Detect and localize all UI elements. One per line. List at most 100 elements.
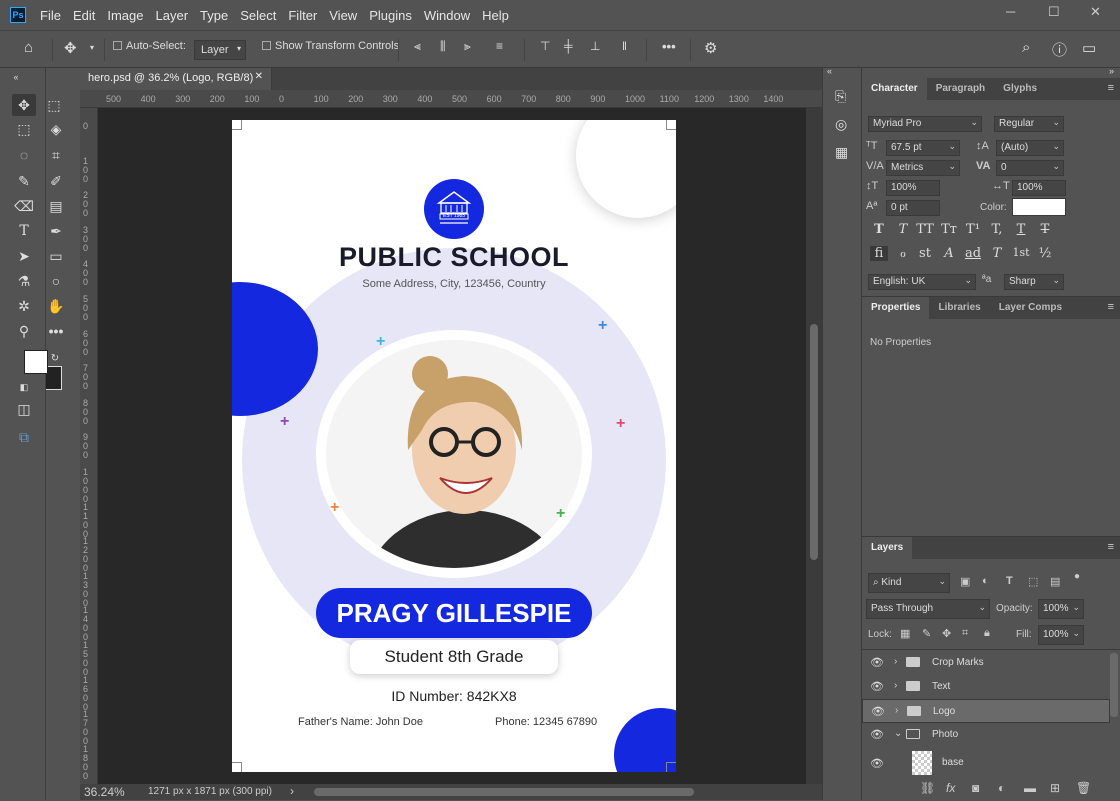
faux-bold-button[interactable]: T: [870, 222, 888, 237]
lock-position-icon[interactable]: ✥: [942, 627, 951, 640]
lock-pixels-icon[interactable]: ✎: [922, 627, 931, 640]
foreground-color-swatch[interactable]: [24, 350, 48, 374]
brush-tool-icon[interactable]: ✐: [44, 170, 68, 192]
panel-menu-icon[interactable]: ≡: [1108, 301, 1114, 313]
swap-colors-icon[interactable]: ↻: [48, 348, 62, 370]
rectangle-tool-icon[interactable]: ▭: [44, 245, 68, 267]
vertical-scale-field[interactable]: 100%: [886, 180, 940, 196]
filter-type-icon[interactable]: T: [1006, 575, 1013, 587]
font-size-field[interactable]: 67.5 pt ⌄: [886, 140, 960, 156]
small-caps-button[interactable]: Tт: [940, 222, 958, 237]
zoom-tool-icon[interactable]: ⚲: [12, 320, 36, 342]
paint-bucket-tool-icon[interactable]: ⚗: [12, 270, 36, 292]
tab-libraries[interactable]: Libraries: [929, 297, 989, 319]
close-tab-icon[interactable]: ✕: [255, 71, 263, 82]
align-middle-icon[interactable]: ╪: [564, 39, 573, 53]
maximize-icon[interactable]: ☐: [1048, 4, 1060, 20]
object-select-tool-icon[interactable]: ◈: [44, 118, 68, 140]
text-color-swatch[interactable]: [1012, 198, 1066, 216]
scrollbar-thumb[interactable]: [810, 324, 818, 560]
history-icon[interactable]: ⎘: [835, 88, 846, 105]
contextual-alternates-button[interactable]: ℴ: [894, 246, 912, 261]
type-tool-icon[interactable]: T: [12, 220, 36, 242]
menu-help[interactable]: Help: [482, 8, 509, 23]
menu-window[interactable]: Window: [424, 8, 470, 23]
tab-properties[interactable]: Properties: [862, 297, 930, 319]
trash-icon[interactable]: 🗑︎: [1076, 781, 1091, 795]
tab-character[interactable]: Character: [862, 78, 927, 100]
distribute-vertical-icon[interactable]: ‖: [622, 39, 627, 53]
align-bottom-icon[interactable]: ⊥: [590, 39, 600, 53]
eye-icon[interactable]: 👁︎: [870, 728, 884, 741]
new-layer-icon[interactable]: ⊞: [1050, 781, 1060, 795]
discretionary-ligatures-button[interactable]: st: [916, 246, 934, 261]
swash-button[interactable]: A: [940, 246, 958, 261]
screen-mode-icon[interactable]: ⧉: [12, 426, 36, 448]
panel-menu-icon[interactable]: ≡: [1108, 541, 1114, 553]
show-transform-checkbox[interactable]: Show Transform Controls: [262, 40, 399, 52]
font-style-select[interactable]: Regular ⌄: [994, 116, 1064, 132]
filter-shape-icon[interactable]: ⬚: [1028, 575, 1038, 588]
underline-button[interactable]: T: [1012, 222, 1030, 237]
hand-tool-icon[interactable]: ✋: [44, 295, 68, 317]
layer-row[interactable]: 👁︎ › Text: [862, 675, 1110, 699]
lasso-tool-icon[interactable]: ◌: [12, 144, 36, 166]
filter-pixel-icon[interactable]: ▣: [960, 575, 970, 588]
tab-paragraph[interactable]: Paragraph: [927, 78, 994, 100]
crop-tool-icon[interactable]: ⌗: [44, 144, 68, 166]
blend-mode-select[interactable]: Pass Through ⌄: [866, 599, 990, 619]
menu-edit[interactable]: Edit: [73, 8, 95, 23]
eraser-tool-icon[interactable]: ⌫: [12, 195, 36, 217]
filter-smart-object-icon[interactable]: ▤: [1050, 575, 1060, 588]
ellipse-tool-icon[interactable]: ○: [44, 270, 68, 292]
menu-filter[interactable]: Filter: [288, 8, 317, 23]
antialias-select[interactable]: Sharp ⌄: [1004, 274, 1064, 290]
horizontal-scrollbar-thumb[interactable]: [314, 788, 694, 796]
lock-artboard-icon[interactable]: ⌗: [962, 627, 968, 640]
workspace-icon[interactable]: ▭: [1082, 39, 1096, 57]
language-select[interactable]: English: UK ⌄: [868, 274, 976, 290]
layer-row[interactable]: 👁︎ › Crop Marks: [862, 651, 1110, 675]
move-tool-icon[interactable]: ✥: [64, 39, 77, 57]
ordinals-button[interactable]: 1st: [1012, 246, 1030, 259]
menu-layer[interactable]: Layer: [156, 8, 189, 23]
gradient-tool-icon[interactable]: ▤: [44, 195, 68, 217]
chevron-right-icon[interactable]: ›: [894, 656, 897, 667]
eye-icon[interactable]: 👁︎: [870, 656, 884, 669]
layer-filter-kind[interactable]: ⌕ Kind ⌄: [868, 573, 950, 593]
collapse-icon[interactable]: «: [827, 66, 832, 76]
menu-plugins[interactable]: Plugins: [369, 8, 412, 23]
baseline-shift-field[interactable]: 0 pt: [886, 200, 940, 216]
strikethrough-button[interactable]: T: [1036, 222, 1054, 237]
fill-field[interactable]: 100% ⌄: [1038, 625, 1084, 645]
superscript-button[interactable]: T¹: [964, 222, 982, 237]
align-right-icon[interactable]: ⫸: [464, 39, 471, 54]
zoom-level[interactable]: 36.24%: [84, 785, 125, 799]
chevron-right-icon[interactable]: ›: [895, 705, 898, 716]
menu-type[interactable]: Type: [200, 8, 228, 23]
close-icon[interactable]: ✕: [1090, 4, 1101, 20]
ligatures-button[interactable]: ﬁ: [870, 246, 888, 261]
move-tool-icon[interactable]: ✥: [12, 94, 36, 116]
new-group-icon[interactable]: ▬: [1024, 781, 1036, 795]
default-colors-icon[interactable]: ◧: [18, 376, 30, 398]
add-mask-icon[interactable]: ◙: [972, 781, 979, 795]
chevron-down-icon[interactable]: ▾: [90, 43, 94, 52]
stylistic-alternates-button[interactable]: ad: [964, 246, 982, 261]
document-tab[interactable]: hero.psd @ 36.2% (Logo, RGB/8) ✕: [80, 68, 272, 90]
search-icon[interactable]: ⌕: [1022, 39, 1030, 56]
titling-alternates-button[interactable]: T: [988, 246, 1006, 261]
all-caps-button[interactable]: TT: [916, 222, 934, 237]
tab-layer-comps[interactable]: Layer Comps: [990, 297, 1071, 319]
kerning-field[interactable]: Metrics ⌄: [886, 160, 960, 176]
minimize-icon[interactable]: ─: [1006, 4, 1015, 19]
link-layers-icon[interactable]: ⛓︎: [920, 781, 935, 795]
menu-image[interactable]: Image: [107, 8, 143, 23]
leading-field[interactable]: (Auto) ⌄: [996, 140, 1064, 156]
layers-scrollbar-thumb[interactable]: [1110, 653, 1118, 717]
chevron-right-icon[interactable]: ›: [894, 680, 897, 691]
collapse-icon[interactable]: »: [1109, 66, 1114, 76]
document-page[interactable]: EST 1985 PUBLIC SCHOOL Some Address, Cit…: [232, 120, 676, 772]
align-top-icon[interactable]: ⊤: [540, 39, 550, 53]
subscript-button[interactable]: T,: [988, 222, 1006, 237]
